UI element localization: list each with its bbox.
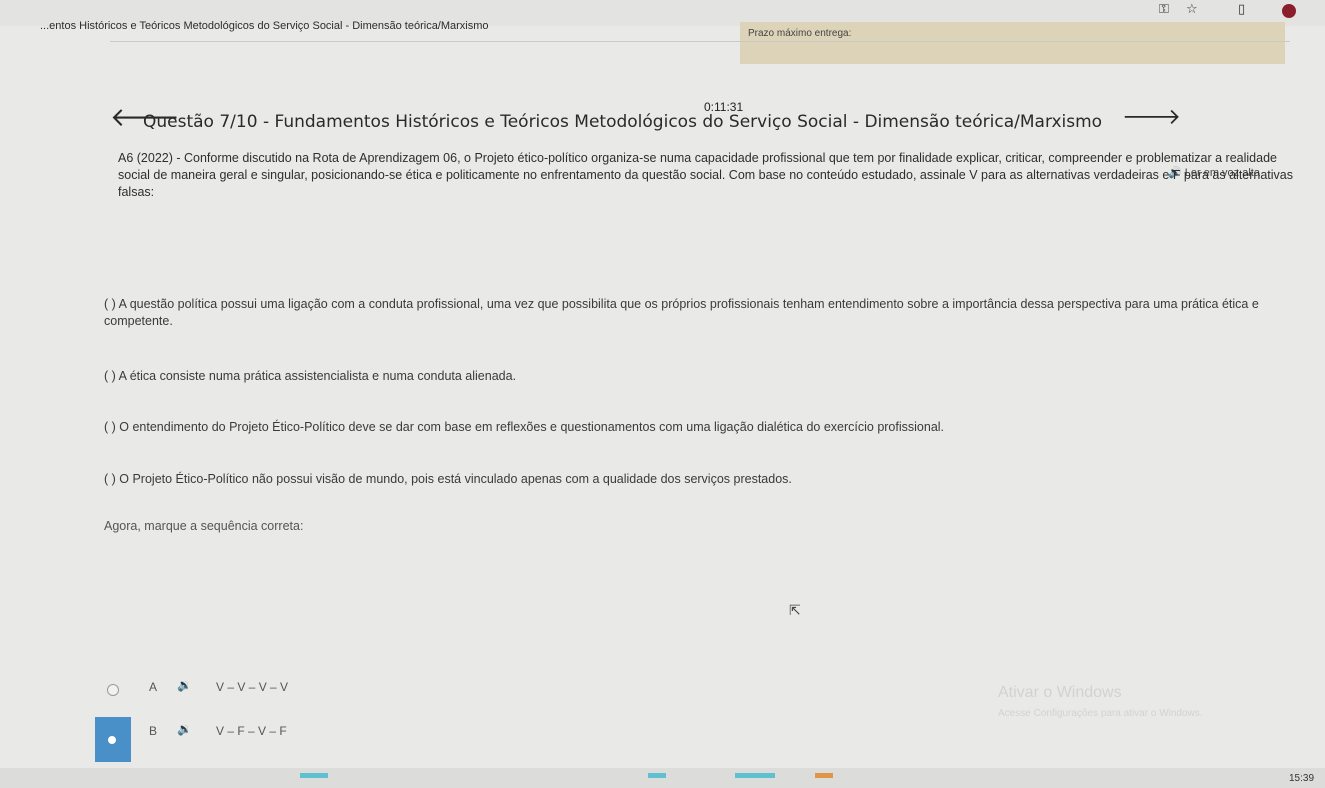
question-header: 🡐 Questão 7/10 - Fundamentos Históricos … (110, 105, 1181, 137)
watermark-line-2: Acesse Configurações para ativar o Windo… (998, 708, 1203, 719)
statement-2: ( ) A ética consiste numa prática assist… (104, 369, 517, 383)
radio-button[interactable] (107, 684, 119, 696)
key-icon[interactable]: ⚿ (1159, 2, 1169, 17)
radio-button[interactable] (108, 736, 116, 744)
mouse-cursor-icon: ⇱ (789, 603, 801, 619)
taskbar-app-icon[interactable] (300, 773, 328, 778)
option-letter: A (149, 680, 158, 694)
question-title: Questão 7/10 - Fundamentos Históricos e … (143, 112, 1103, 132)
option-letter: B (149, 724, 158, 738)
quiz-page: ⚿ ☆ ▯ ...entos Históricos e Teóricos Met… (0, 0, 1325, 788)
star-icon[interactable]: ☆ (1186, 2, 1198, 17)
statement-1: ( ) A questão política possui uma ligaçã… (104, 297, 1259, 328)
taskbar-app-icon[interactable] (648, 773, 666, 778)
extensions-icon[interactable]: ▯ (1238, 2, 1245, 17)
course-title: ...entos Históricos e Teóricos Metodológ… (40, 20, 489, 32)
statement-4: ( ) O Projeto Ético-Político não possui … (104, 472, 792, 486)
windows-activation-watermark: Ativar o Windows Acesse Configurações pa… (998, 684, 1203, 719)
arrow-right-icon[interactable]: 🡒 (1122, 105, 1181, 131)
taskbar (0, 768, 1325, 788)
watermark-line-1: Ativar o Windows (998, 684, 1122, 701)
taskbar-app-icon[interactable] (735, 773, 775, 778)
option-b[interactable]: B 🔉 V – F – V – F (95, 717, 955, 762)
option-text: V – F – V – F (216, 724, 287, 738)
speaker-icon[interactable]: 🔉 (177, 722, 192, 736)
taskbar-clock: 15:39 (1289, 773, 1315, 784)
sequence-prompt: Agora, marque a sequência correta: (104, 519, 304, 533)
question-stem: A6 (2022) - Conforme discutido na Rota d… (118, 151, 1294, 199)
option-text: V – V – V – V (216, 680, 289, 694)
taskbar-app-icon[interactable] (815, 773, 833, 778)
speaker-icon[interactable]: 🔉 (177, 678, 192, 692)
deadline-label: Prazo máximo entrega: (748, 28, 852, 39)
statement-3: ( ) O entendimento do Projeto Ético-Polí… (104, 420, 945, 434)
option-a[interactable]: A 🔉 V – V – V – V (95, 673, 955, 713)
header-divider (110, 41, 1290, 42)
profile-avatar[interactable] (1282, 4, 1296, 18)
deadline-box: Prazo máximo entrega: (740, 22, 1285, 64)
